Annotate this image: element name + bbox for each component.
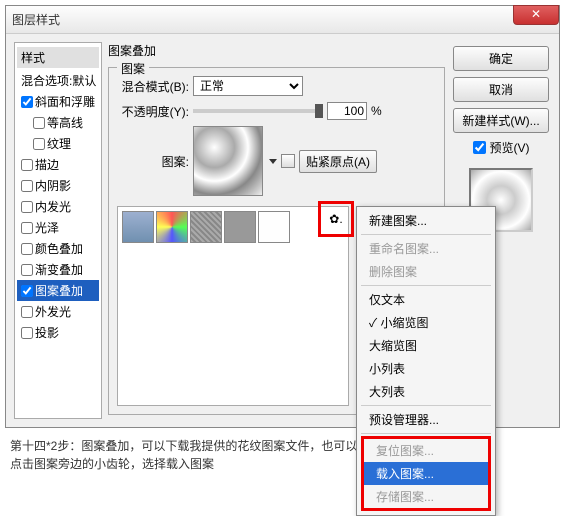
menu-separator bbox=[361, 234, 491, 235]
snap-icon[interactable] bbox=[281, 154, 295, 168]
preview-checkbox[interactable] bbox=[473, 141, 486, 154]
menu-separator bbox=[361, 433, 491, 434]
menu-small-thumb[interactable]: 小缩览图 bbox=[357, 311, 495, 334]
sidebar-item-label: 斜面和浮雕 bbox=[35, 93, 95, 110]
menu-load-pattern[interactable]: 载入图案... bbox=[364, 462, 488, 485]
new-style-button[interactable]: 新建样式(W)... bbox=[453, 108, 549, 133]
pattern-thumb[interactable] bbox=[122, 211, 154, 243]
sidebar-item[interactable]: 斜面和浮雕 bbox=[17, 91, 99, 112]
sidebar-checkbox[interactable] bbox=[21, 96, 33, 108]
pattern-thumb[interactable] bbox=[224, 211, 256, 243]
opacity-slider[interactable] bbox=[193, 109, 323, 113]
pattern-label: 图案: bbox=[117, 153, 189, 170]
sidebar-item[interactable]: 投影 bbox=[17, 322, 99, 343]
pattern-context-menu: 新建图案... 重命名图案... 删除图案 仅文本 小缩览图 大缩览图 小列表 … bbox=[356, 206, 496, 516]
sidebar-item-label: 投影 bbox=[35, 324, 59, 341]
opacity-label: 不透明度(Y): bbox=[117, 103, 189, 120]
sidebar-item[interactable]: 等高线 bbox=[17, 112, 99, 133]
menu-large-thumb[interactable]: 大缩览图 bbox=[357, 334, 495, 357]
sidebar-item[interactable]: 纹理 bbox=[17, 133, 99, 154]
sidebar-item-label: 渐变叠加 bbox=[35, 261, 83, 278]
sidebar-blend-defaults[interactable]: 混合选项:默认 bbox=[17, 70, 99, 91]
menu-separator bbox=[361, 285, 491, 286]
pattern-picker-panel: ✿. bbox=[117, 206, 349, 406]
close-icon: ✕ bbox=[531, 7, 541, 21]
sidebar-item[interactable]: 图案叠加 bbox=[17, 280, 99, 301]
sidebar-item[interactable]: 光泽 bbox=[17, 217, 99, 238]
layer-style-dialog: 图层样式 ✕ 样式 混合选项:默认 斜面和浮雕等高线纹理描边内阴影内发光光泽颜色… bbox=[5, 5, 560, 428]
sidebar-checkbox[interactable] bbox=[21, 327, 33, 339]
pattern-thumb[interactable] bbox=[190, 211, 222, 243]
menu-new-pattern[interactable]: 新建图案... bbox=[357, 209, 495, 232]
styles-sidebar: 样式 混合选项:默认 斜面和浮雕等高线纹理描边内阴影内发光光泽颜色叠加渐变叠加图… bbox=[14, 42, 102, 419]
sidebar-item-label: 光泽 bbox=[35, 219, 59, 236]
opacity-unit: % bbox=[371, 104, 382, 118]
menu-preset-manager[interactable]: 预设管理器... bbox=[357, 408, 495, 431]
gear-icon[interactable]: ✿. bbox=[329, 212, 342, 226]
sidebar-item[interactable]: 颜色叠加 bbox=[17, 238, 99, 259]
menu-rename: 重命名图案... bbox=[357, 237, 495, 260]
sidebar-item[interactable]: 渐变叠加 bbox=[17, 259, 99, 280]
pattern-thumb[interactable] bbox=[156, 211, 188, 243]
red-highlight-menu: 复位图案... 载入图案... 存储图案... bbox=[361, 436, 491, 511]
preview-checkbox-row[interactable]: 预览(V) bbox=[473, 139, 530, 156]
sidebar-item[interactable]: 内阴影 bbox=[17, 175, 99, 196]
pattern-thumbs bbox=[122, 211, 290, 401]
sidebar-checkbox[interactable] bbox=[21, 285, 33, 297]
titlebar[interactable]: 图层样式 ✕ bbox=[6, 6, 559, 34]
ok-button[interactable]: 确定 bbox=[453, 46, 549, 71]
red-highlight-gear: ✿. bbox=[318, 201, 354, 237]
blend-mode-select[interactable]: 正常 bbox=[193, 76, 303, 96]
sidebar-checkbox[interactable] bbox=[21, 264, 33, 276]
sidebar-checkbox[interactable] bbox=[21, 180, 33, 192]
sidebar-checkbox[interactable] bbox=[21, 222, 33, 234]
sidebar-checkbox[interactable] bbox=[21, 159, 33, 171]
sidebar-item-label: 内发光 bbox=[35, 198, 71, 215]
preview-label: 预览(V) bbox=[490, 139, 530, 156]
menu-large-list[interactable]: 大列表 bbox=[357, 380, 495, 403]
sidebar-item[interactable]: 内发光 bbox=[17, 196, 99, 217]
sidebar-item-label: 描边 bbox=[35, 156, 59, 173]
opacity-value[interactable]: 100 bbox=[327, 102, 367, 120]
sidebar-checkbox[interactable] bbox=[21, 306, 33, 318]
menu-text-only[interactable]: 仅文本 bbox=[357, 288, 495, 311]
sidebar-item-label: 图案叠加 bbox=[35, 282, 83, 299]
close-button[interactable]: ✕ bbox=[513, 5, 559, 25]
blend-mode-label: 混合模式(B): bbox=[117, 78, 189, 95]
sidebar-item-label: 颜色叠加 bbox=[35, 240, 83, 257]
section-title: 图案叠加 bbox=[108, 42, 445, 59]
sidebar-checkbox[interactable] bbox=[21, 243, 33, 255]
menu-save[interactable]: 存储图案... bbox=[364, 485, 488, 508]
menu-reset[interactable]: 复位图案... bbox=[364, 439, 488, 462]
sidebar-checkbox[interactable] bbox=[33, 117, 45, 129]
sidebar-header[interactable]: 样式 bbox=[17, 47, 99, 68]
sidebar-item-label: 内阴影 bbox=[35, 177, 71, 194]
sidebar-checkbox[interactable] bbox=[21, 201, 33, 213]
sidebar-item[interactable]: 描边 bbox=[17, 154, 99, 175]
sidebar-item-label: 纹理 bbox=[47, 135, 71, 152]
sidebar-item[interactable]: 外发光 bbox=[17, 301, 99, 322]
sidebar-item-label: 外发光 bbox=[35, 303, 71, 320]
snap-origin-button[interactable]: 贴紧原点(A) bbox=[299, 150, 377, 173]
sidebar-item-label: 等高线 bbox=[47, 114, 83, 131]
pattern-thumb[interactable] bbox=[258, 211, 290, 243]
cancel-button[interactable]: 取消 bbox=[453, 77, 549, 102]
chevron-down-icon[interactable] bbox=[269, 159, 277, 164]
pattern-preview[interactable] bbox=[193, 126, 263, 196]
sidebar-checkbox[interactable] bbox=[33, 138, 45, 150]
menu-delete: 删除图案 bbox=[357, 260, 495, 283]
window-title: 图层样式 bbox=[12, 11, 60, 28]
menu-small-list[interactable]: 小列表 bbox=[357, 357, 495, 380]
group-title: 图案 bbox=[117, 60, 149, 77]
menu-separator bbox=[361, 405, 491, 406]
